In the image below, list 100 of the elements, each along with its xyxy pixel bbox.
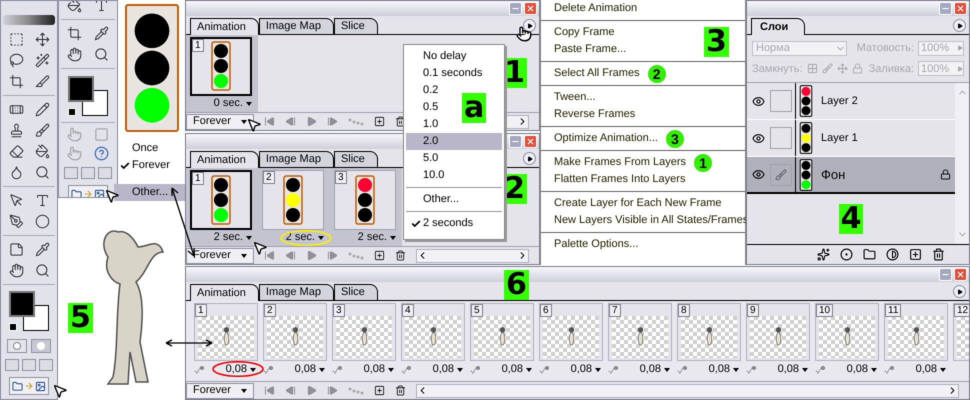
delay-dropdown[interactable]: 0,08 [364, 363, 394, 376]
menu-item[interactable]: Other... [406, 191, 464, 208]
previous-frame-icon[interactable] [285, 116, 296, 127]
magic-wand-icon[interactable] [34, 52, 50, 68]
delay-dropdown[interactable]: 2 sec. [214, 231, 252, 244]
menu-item[interactable]: Other... [114, 184, 185, 201]
paint-bucket-icon[interactable] [34, 144, 50, 159]
first-frame-icon[interactable] [264, 116, 275, 127]
menu-item[interactable]: Reverse Frames [554, 106, 636, 123]
pencil-icon[interactable] [34, 102, 50, 117]
frame-thumbnail[interactable]: 1 [190, 37, 252, 96]
menu-item[interactable]: New Layers Visible in All States/Frames [554, 212, 748, 229]
delay-dropdown[interactable]: 0,08 [502, 363, 532, 376]
menu-item[interactable]: Once [118, 140, 185, 157]
layer-row[interactable]: Layer 2 [747, 83, 955, 120]
delete-icon[interactable] [395, 250, 406, 261]
sparkles-icon[interactable] [817, 248, 830, 261]
slice-icon[interactable] [34, 74, 50, 89]
loop-dropdown[interactable]: Forever [186, 114, 254, 130]
eye-icon[interactable] [752, 94, 764, 108]
brush-icon[interactable] [34, 122, 50, 138]
drop-icon[interactable] [8, 164, 24, 180]
menu-item[interactable]: 10.0 [406, 167, 448, 184]
close-button[interactable] [954, 268, 967, 281]
tab[interactable]: Слои [751, 18, 806, 35]
menu-item[interactable]: Make Frames From Layers [554, 154, 686, 171]
tab[interactable]: Animation [190, 151, 259, 168]
layer-row[interactable]: Фон [747, 157, 955, 194]
new-layer-icon[interactable] [909, 248, 922, 261]
close-button[interactable] [954, 2, 967, 15]
adjustment-icon[interactable] [886, 248, 899, 261]
zoom-icon[interactable] [34, 164, 50, 180]
mask-icon[interactable] [840, 248, 853, 261]
menu-item[interactable]: Optimize Animation... [554, 130, 658, 147]
delay-dropdown[interactable]: 0,08 [432, 363, 463, 376]
menu-item[interactable]: Palette Options... [554, 236, 638, 253]
eyedropper-icon[interactable] [94, 26, 109, 41]
delay-dropdown[interactable]: 0 sec. [214, 97, 252, 110]
frame-thumbnail[interactable]: 5 [470, 303, 534, 361]
frame-thumbnail[interactable]: 7 [608, 303, 672, 361]
lasso-icon[interactable] [8, 52, 24, 68]
notes-icon[interactable] [8, 242, 24, 257]
frame-thumbnail[interactable]: 11 [884, 303, 948, 361]
tab[interactable]: Image Map [258, 151, 334, 167]
stamp-icon[interactable] [8, 122, 24, 138]
tab[interactable]: Slice [334, 18, 378, 34]
delay-dropdown[interactable]: 0,08 [778, 363, 808, 376]
quick-mask-button[interactable] [31, 339, 51, 353]
frame-thumbnail[interactable]: 1 [190, 170, 252, 230]
scroll-bar[interactable] [416, 384, 959, 398]
standard-mode-button[interactable] [7, 339, 27, 353]
menu-item[interactable]: Paste Frame... [554, 41, 626, 58]
menu-item[interactable]: 5.0 [406, 150, 442, 167]
menu-item[interactable]: 1.0 [406, 116, 442, 133]
ellipse-icon[interactable] [34, 214, 50, 229]
delay-dropdown[interactable]: 0,08 [294, 363, 325, 376]
color-swatches[interactable] [9, 291, 49, 331]
delete-icon[interactable] [932, 248, 945, 261]
tab[interactable]: Slice [334, 151, 378, 167]
next-frame-icon[interactable] [327, 250, 338, 261]
new-frame-icon[interactable] [374, 250, 385, 261]
menu-item[interactable]: Forever [118, 157, 185, 174]
panel-menu-button[interactable] [523, 152, 536, 165]
zoom-icon[interactable] [94, 47, 109, 62]
frame-thumbnail[interactable]: 6 [539, 303, 603, 361]
menu-item[interactable]: Flatten Frames Into Layers [554, 171, 686, 188]
new-frame-icon[interactable] [374, 116, 385, 127]
jump-to-button[interactable] [9, 377, 49, 395]
panel-menu-button[interactable] [523, 19, 536, 32]
previous-frame-icon[interactable] [285, 385, 296, 396]
color-swatches[interactable] [68, 76, 108, 116]
type-icon[interactable] [94, 1, 109, 13]
next-frame-icon[interactable] [327, 385, 338, 396]
close-button[interactable] [524, 135, 537, 148]
folder-icon[interactable] [863, 248, 876, 261]
frame-thumbnail[interactable]: 2 [262, 170, 324, 230]
menu-item[interactable]: Tween... [554, 89, 596, 106]
delete-icon[interactable] [395, 385, 406, 396]
loop-dropdown[interactable]: Forever [186, 382, 254, 398]
panel-menu-button[interactable] [953, 285, 966, 298]
menu-item[interactable]: 0.5 [406, 99, 442, 116]
crop-icon[interactable] [8, 74, 24, 89]
hand-icon[interactable] [8, 262, 24, 278]
frame-thumbnail[interactable]: 8 [677, 303, 741, 361]
delay-dropdown[interactable]: 0,08 [916, 363, 946, 376]
paint-bucket-icon[interactable] [67, 1, 82, 13]
help-icon[interactable] [94, 146, 109, 161]
delay-dropdown[interactable]: 0,08 [708, 363, 739, 376]
menu-item[interactable]: 0.1 seconds [406, 65, 486, 82]
new-frame-icon[interactable] [374, 385, 385, 396]
menu-item[interactable]: 0.2 [406, 82, 442, 99]
frame-thumbnail[interactable]: 3 [332, 303, 396, 361]
marquee-icon[interactable] [8, 32, 24, 47]
tab[interactable]: Image Map [258, 18, 334, 34]
frame-thumbnail[interactable]: 12 [953, 303, 969, 361]
frame-thumbnail[interactable]: 9 [746, 303, 810, 361]
menu-item[interactable]: 2.0 [406, 133, 502, 150]
menu-item[interactable]: 2 seconds [406, 215, 478, 232]
scroll-bar[interactable] [416, 248, 529, 262]
menu-item[interactable]: Select All Frames [554, 65, 640, 82]
